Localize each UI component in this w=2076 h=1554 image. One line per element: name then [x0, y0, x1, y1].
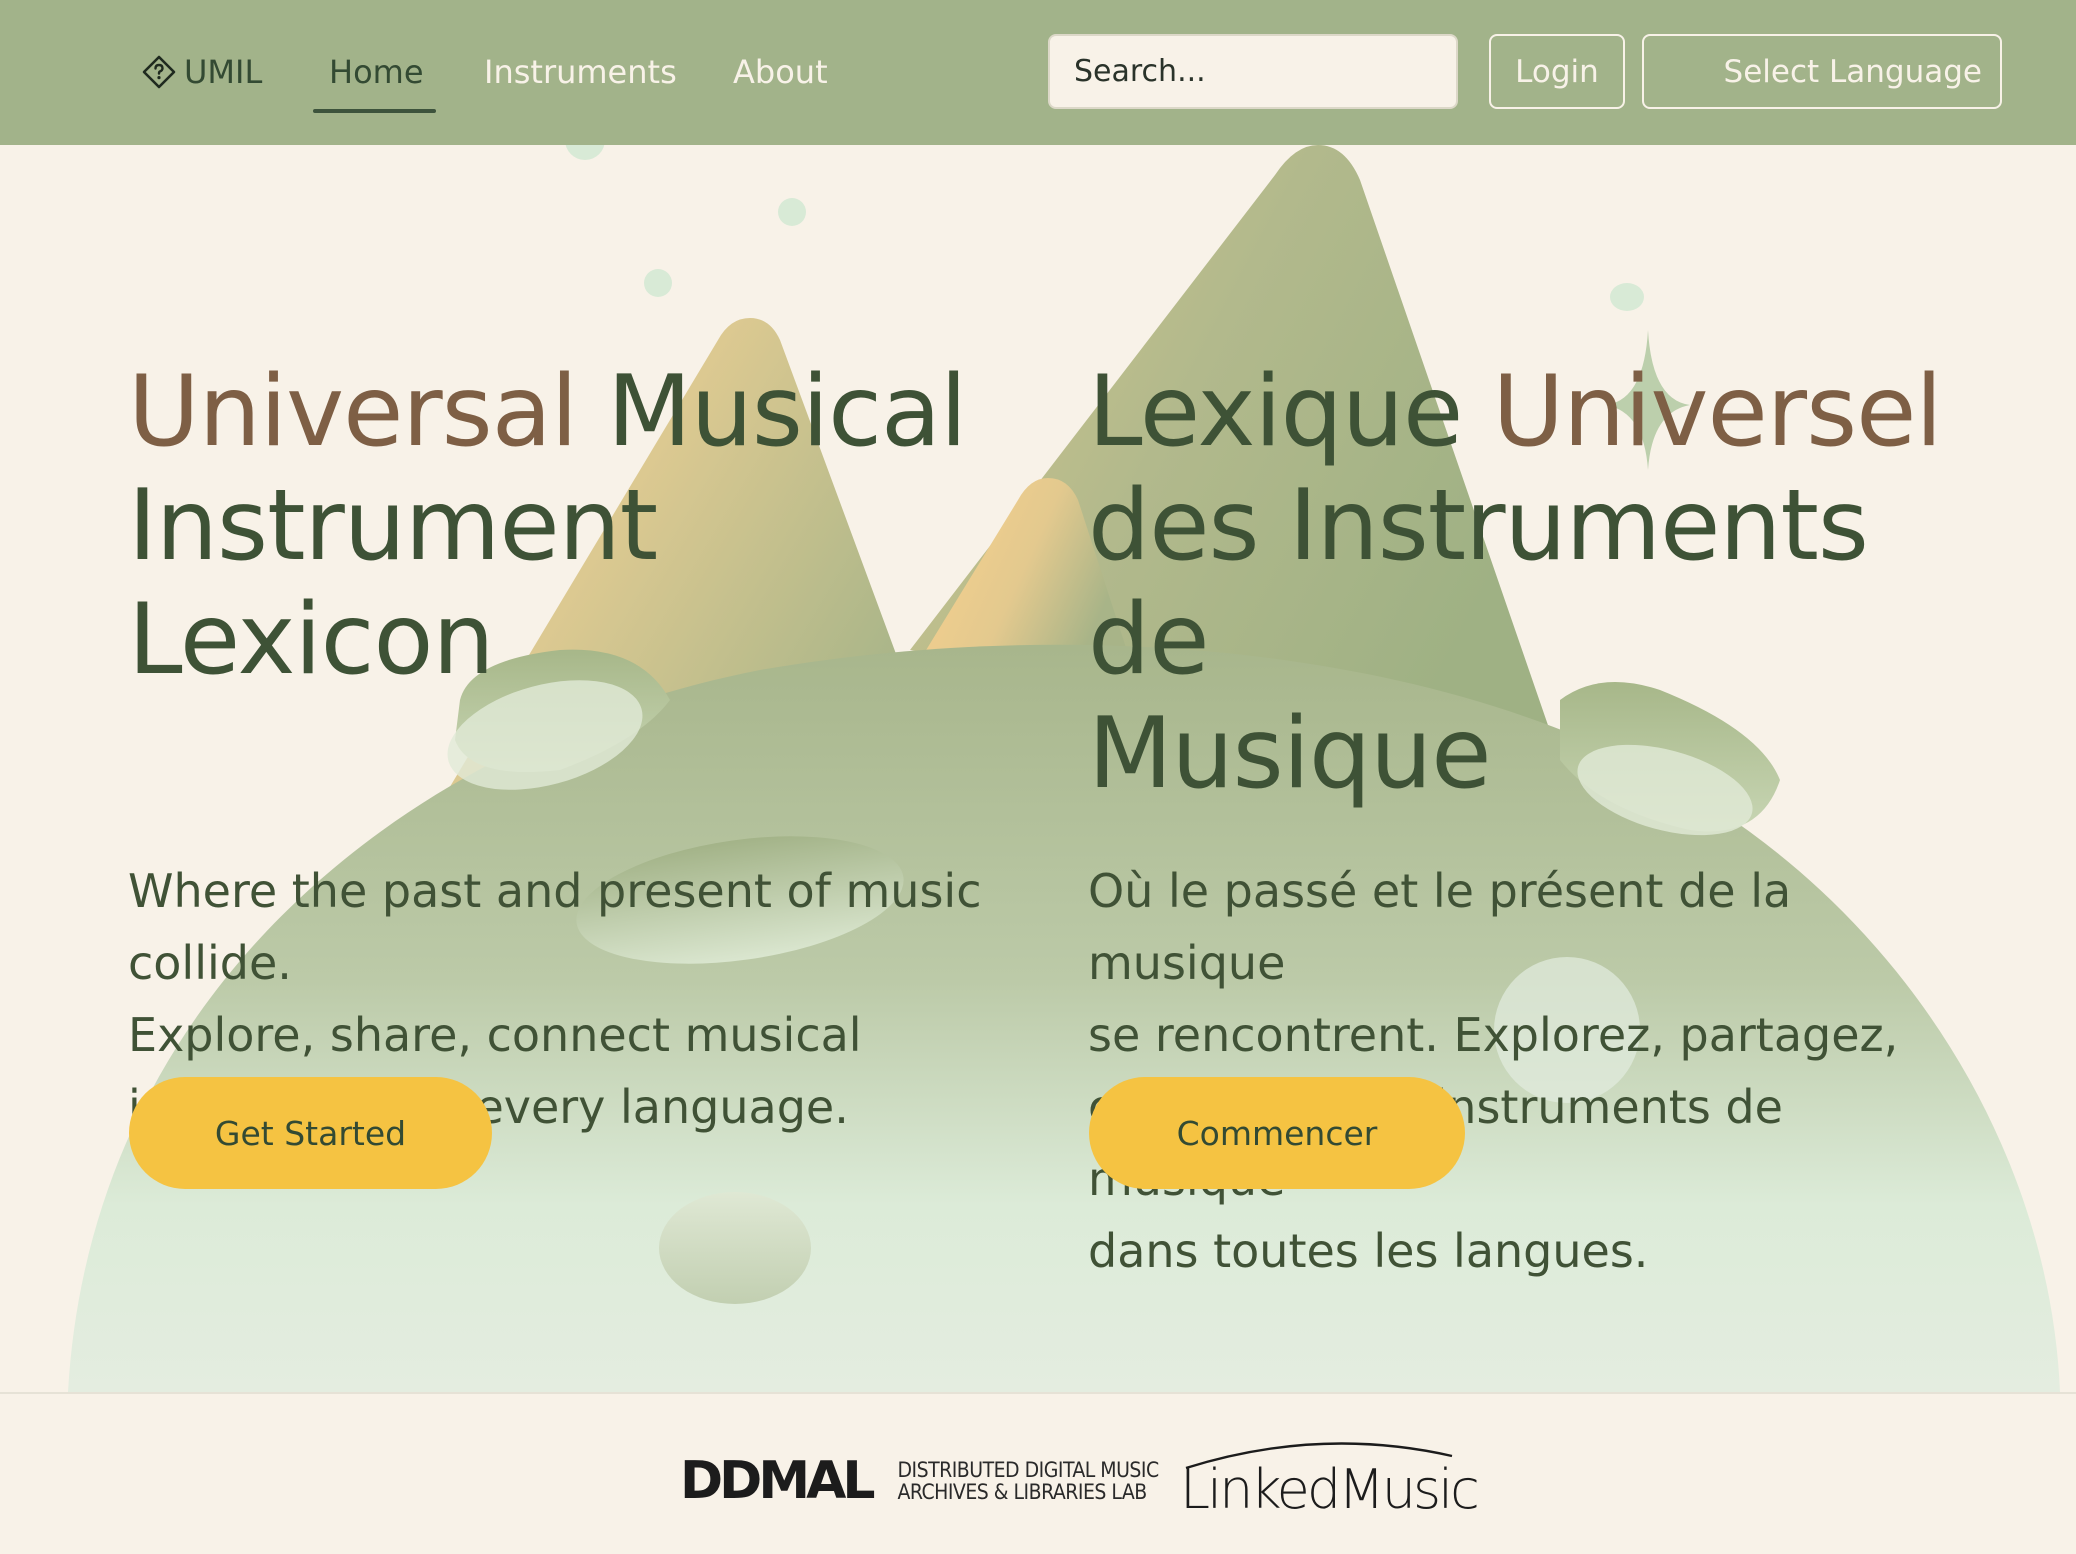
hero-title-fr-line2: des Instruments de — [1088, 469, 1869, 697]
hero-desc-en-line2: collide. — [128, 936, 292, 990]
hero-description-fr: Où le passé et le présent de la musique … — [1088, 855, 1988, 1287]
commencer-button[interactable]: Commencer — [1089, 1077, 1465, 1189]
hero-title-fr-start: Lexique — [1088, 355, 1493, 469]
nav-link-home[interactable]: Home — [329, 48, 424, 96]
hero-english: Universal Musical Instrument Lexicon Whe… — [128, 355, 1028, 1143]
hero-desc-en-line1: Where the past and present of music — [128, 864, 982, 918]
ddmal-logo-line2: ARCHIVES & LIBRARIES LAB — [897, 1480, 1147, 1504]
language-select-button[interactable]: Select Language — [1642, 34, 2002, 109]
top-navbar: UMIL Home Instruments About Login Select… — [0, 0, 2076, 145]
ddmal-logo-text: DISTRIBUTED DIGITAL MUSIC ARCHIVES & LIB… — [897, 1458, 1159, 1504]
hero-title-en-line1: Musical — [577, 355, 967, 469]
ddmal-logo-line1: DISTRIBUTED DIGITAL MUSIC — [897, 1458, 1159, 1482]
get-started-button[interactable]: Get Started — [129, 1077, 492, 1189]
brand-link[interactable]: UMIL — [142, 48, 262, 96]
hero-title-en: Universal Musical Instrument Lexicon — [128, 355, 1028, 697]
linkedmusic-logo-text: LinkedMusic — [1180, 1458, 1480, 1521]
login-button[interactable]: Login — [1489, 34, 1625, 109]
hero-title-fr: Lexique Universel des Instruments de Mus… — [1088, 355, 1988, 811]
hero-desc-en-line3: Explore, share, connect musical — [128, 1008, 862, 1062]
nav-link-instruments[interactable]: Instruments — [484, 48, 677, 96]
brand-label: UMIL — [184, 53, 263, 91]
linkedmusic-logo[interactable]: LinkedMusic — [1180, 1432, 1480, 1522]
diamond-question-icon — [142, 55, 176, 89]
hero-title-en-line2: Instrument Lexicon — [128, 469, 658, 697]
hero-title-en-accent: Universal — [128, 355, 578, 469]
nav-link-about[interactable]: About — [733, 48, 828, 96]
hero-desc-fr-line1: Où le passé et le présent de la musique — [1088, 864, 1792, 990]
ddmal-logo-mark: DDMAL — [680, 1451, 875, 1511]
hero-title-fr-line3: Musique — [1088, 697, 1492, 811]
hero-title-fr-accent: Universel — [1492, 355, 1942, 469]
footer: DDMAL DISTRIBUTED DIGITAL MUSIC ARCHIVES… — [0, 1392, 2076, 1554]
search-input[interactable] — [1048, 34, 1458, 109]
ddmal-logo[interactable]: DDMAL DISTRIBUTED DIGITAL MUSIC ARCHIVES… — [680, 1446, 1159, 1516]
hero-desc-fr-line2: se rencontrent. Explorez, partagez, — [1088, 1008, 1899, 1062]
active-tab-indicator — [313, 109, 436, 113]
hero-desc-fr-line4: dans toutes les langues. — [1088, 1224, 1649, 1278]
